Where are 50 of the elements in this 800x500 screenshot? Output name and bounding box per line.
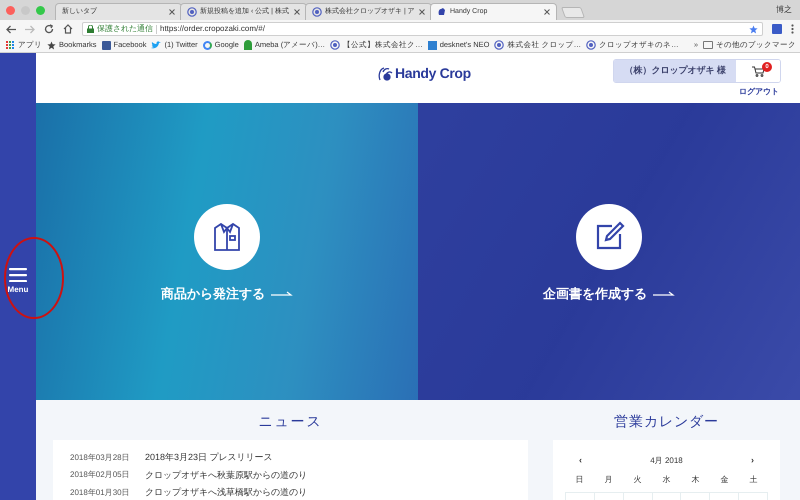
hero-label: 商品から発注する (161, 285, 265, 304)
next-month-button[interactable]: › (751, 454, 754, 468)
site-icon (330, 40, 340, 50)
news-link[interactable]: クロップオザキへ秋葉原駅からの道のり (145, 468, 307, 482)
writing-photo-panel[interactable]: 企画書を作成する (418, 103, 800, 400)
site-icon (187, 7, 197, 17)
close-tab-icon[interactable] (419, 9, 425, 15)
news-link[interactable]: 2018年3月23日 プレスリリース (145, 451, 273, 464)
logo-text[interactable]: Handy Crop (395, 63, 471, 84)
secure-label: 保護された通信 (97, 23, 153, 35)
bird-icon (151, 40, 162, 50)
close-tab-icon[interactable] (294, 9, 300, 15)
weekday-header: 火 (632, 474, 642, 486)
star-icon (47, 40, 56, 50)
address-field[interactable]: 保護された通信 https://order.cropozaki.com/#/ (82, 22, 763, 36)
logout-link[interactable]: ログアウト (739, 86, 779, 98)
weekday-header: 木 (690, 474, 700, 486)
news-date: 2018年01月30日 (70, 486, 131, 499)
reload-icon[interactable] (44, 24, 54, 34)
bookmark-star-icon[interactable] (749, 24, 758, 34)
weekday-header: 水 (662, 474, 672, 486)
calendar-month: 4月 2018 (650, 454, 683, 467)
news-date: 2018年02月05日 (70, 469, 131, 482)
user-name[interactable]: 博之 (776, 4, 792, 16)
menu-dots-icon[interactable] (791, 24, 794, 34)
menu-icon (8, 268, 27, 282)
back-icon[interactable] (6, 24, 16, 34)
previous-month-button[interactable]: ‹ (579, 454, 582, 468)
apps-grid-icon (6, 40, 15, 50)
lock-icon (87, 25, 94, 33)
news-link[interactable]: クロップオザキへ浅草橋駅からの道のり (145, 486, 307, 500)
weekday-header: 土 (748, 474, 758, 486)
hero-label: 企画書を作成する (543, 285, 647, 304)
url-text: https://order.cropozaki.com/#/ (160, 23, 266, 35)
site-icon (494, 40, 504, 50)
close-tab-icon[interactable] (544, 9, 550, 15)
weekday-header: 月 (604, 474, 614, 486)
folder-icon (703, 41, 713, 49)
customer-name[interactable]: （株）クロップオザキ 様 (614, 60, 736, 82)
weekday-header: 日 (574, 474, 584, 486)
close-tab-icon[interactable] (169, 9, 175, 15)
weekday-header: 金 (720, 474, 730, 486)
section-title: 営業カレンダー (613, 412, 720, 431)
section-title: ニュース (258, 412, 324, 431)
menu-button[interactable]: Menu (8, 258, 28, 296)
news-date: 2018年03月28日 (70, 452, 131, 464)
site-icon (312, 7, 322, 17)
cart-icon (752, 66, 764, 76)
site-icon (586, 40, 596, 50)
home-icon[interactable] (63, 24, 73, 34)
